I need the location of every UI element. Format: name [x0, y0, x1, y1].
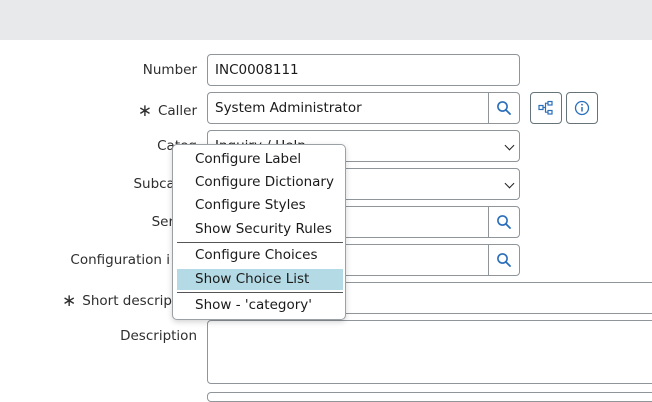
configuration-item-lookup-button[interactable]: [488, 244, 520, 276]
menu-item-configure-choices[interactable]: Configure Choices: [177, 245, 343, 266]
hierarchy-icon: [538, 100, 553, 115]
description-label: Description: [120, 328, 197, 344]
service-label: Ser: [151, 214, 174, 230]
number-label: Number: [142, 62, 197, 78]
field-context-menu: Configure Label Configure Dictionary Con…: [172, 144, 346, 320]
search-icon: [497, 253, 511, 267]
search-icon: [497, 215, 511, 229]
configuration-item-label: Configuration i: [70, 252, 170, 268]
caller-label: ∗ Caller: [137, 100, 197, 121]
caller-lookup-button[interactable]: [488, 92, 520, 124]
service-lookup-button[interactable]: [488, 206, 520, 238]
search-icon: [497, 101, 511, 115]
menu-item-configure-styles[interactable]: Configure Styles: [177, 195, 343, 216]
menu-item-show-category[interactable]: Show - 'category': [177, 295, 343, 316]
menu-divider: [177, 292, 343, 293]
menu-item-show-security-rules[interactable]: Show Security Rules: [177, 219, 343, 240]
top-bar: [0, 0, 652, 40]
caller-field[interactable]: System Administrator: [207, 92, 490, 124]
short-description-label: ∗ Short descrip: [62, 290, 172, 311]
required-indicator: ∗: [137, 101, 152, 121]
next-field[interactable]: [207, 392, 652, 402]
required-indicator: ∗: [62, 291, 77, 311]
info-icon: [574, 100, 590, 116]
preview-record-button[interactable]: [566, 92, 598, 124]
description-textarea[interactable]: [207, 320, 652, 384]
short-description-label-text: Short descrip: [82, 293, 172, 309]
menu-item-show-choice-list[interactable]: Show Choice List: [177, 269, 343, 290]
caller-label-text: Caller: [157, 103, 197, 119]
menu-divider: [177, 242, 343, 243]
show-related-records-button[interactable]: [530, 92, 562, 124]
menu-item-configure-label[interactable]: Configure Label: [177, 149, 343, 170]
number-field[interactable]: INC0008111: [207, 54, 520, 86]
menu-item-configure-dictionary[interactable]: Configure Dictionary: [177, 172, 343, 193]
